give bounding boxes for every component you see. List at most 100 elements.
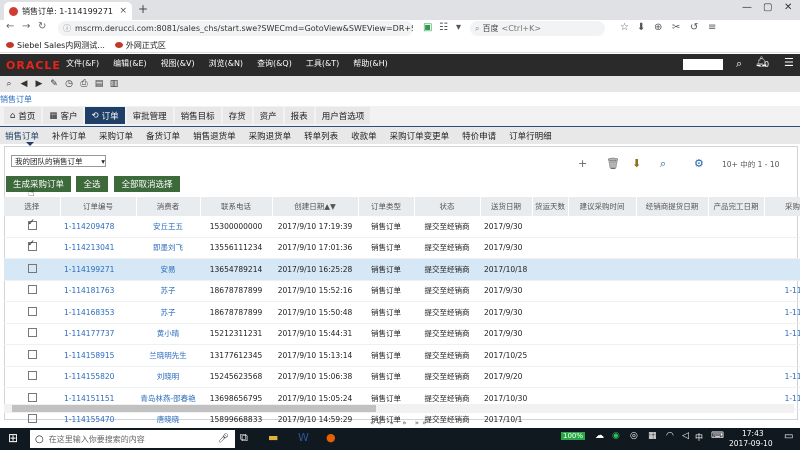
select-checkbox-cell[interactable] [4, 237, 60, 259]
clock-date[interactable]: 2017-09-10 [729, 439, 773, 448]
col-header-shipping-days[interactable]: 货运天数 [532, 197, 569, 216]
header-menu-icon[interactable]: ☰ [784, 56, 794, 69]
po-link[interactable] [764, 258, 800, 281]
po-link[interactable]: 1-114194531 [764, 323, 800, 345]
analytics-icon[interactable]: ▥ [108, 78, 120, 90]
consumer-link[interactable]: 黄小晴 [136, 323, 200, 345]
dropdown-arrow-icon[interactable]: ▾ [456, 22, 461, 33]
consumer-link[interactable]: 即墨刘飞 [136, 237, 200, 259]
view-tab-sales-orders[interactable]: 销售订单 [5, 128, 39, 143]
browser-menu-icon[interactable]: ≡ [708, 22, 716, 33]
view-tab-transfer-list[interactable]: 转单列表 [304, 128, 338, 143]
menu-help[interactable]: 帮助(&H) [353, 58, 388, 69]
tab-accounts[interactable]: ▦ 客户 [43, 107, 84, 124]
new-record-icon[interactable]: ✎ [48, 78, 60, 90]
consumer-link[interactable]: 安丘王五 [136, 216, 200, 238]
row-checkbox[interactable] [27, 328, 37, 338]
view-tab-purchase-orders[interactable]: 采购订单 [99, 128, 133, 143]
keyboard-icon[interactable]: ⌨ [711, 431, 724, 441]
col-header-dealer-pickup[interactable]: 经销商提货日期 [636, 197, 709, 216]
po-link[interactable] [764, 344, 800, 367]
consumer-link[interactable]: 刘晓明 [136, 366, 200, 388]
table-row[interactable]: 1-114199271 安易 13654789214 2017/9/10 16:25:… [4, 258, 800, 281]
col-header-completion[interactable]: 产品完工日期 [708, 197, 765, 216]
tab-user-prefs[interactable]: 用户首选项 [315, 107, 371, 124]
consumer-link[interactable]: 苏子 [136, 301, 200, 324]
page-info-icon[interactable]: ⓘ [63, 23, 71, 34]
word-icon[interactable]: W [298, 431, 309, 444]
new-tab-button[interactable]: + [138, 2, 148, 16]
col-header-created[interactable]: 创建日期▲▼ [272, 197, 359, 216]
order-no-link[interactable]: 1-114155820 [60, 366, 136, 388]
wifi-icon[interactable]: ◠ [666, 431, 674, 441]
shield-icon[interactable]: ▣ [423, 22, 432, 33]
order-no-link[interactable]: 1-114181763 [60, 280, 136, 302]
tab-close-icon[interactable]: × [119, 6, 127, 16]
network-icon[interactable]: ▦ [648, 431, 657, 441]
tab-inventory[interactable]: 存货 [222, 107, 252, 124]
menu-file[interactable]: 文件(&F) [66, 58, 99, 69]
browser-tab[interactable]: 销售订单: 1-114199271 × [4, 2, 132, 20]
table-row[interactable]: 1-114209478安丘王五153000000002017/9/10 17:1… [4, 216, 800, 238]
url-input[interactable]: ⓘ mscrm.derucci.com:8081/sales_chs/start… [58, 21, 413, 36]
col-header-type[interactable]: 订单类型 [358, 197, 415, 216]
po-link[interactable]: 1-114194531 [764, 301, 800, 324]
browser-search-input[interactable]: ⌕ 百度 <Ctrl+K> [470, 21, 605, 36]
breadcrumb[interactable]: 销售订单 [0, 94, 32, 105]
query-select[interactable]: 我的团队的销售订单 ▾ [11, 155, 106, 167]
tab-assets[interactable]: 资产 [253, 107, 283, 124]
settings-icon[interactable]: ⚙ [694, 157, 704, 170]
table-row[interactable]: 1-114168353 苏子 18678787899 2017/9/10 15:50:… [4, 301, 800, 324]
select-checkbox-cell[interactable] [4, 344, 60, 367]
col-header-order-no[interactable]: 订单编号 [60, 197, 137, 216]
tab-home[interactable]: ⌂ 首页 [4, 107, 42, 124]
order-no-link[interactable]: 1-114158915 [60, 344, 136, 367]
row-checkbox[interactable] [27, 263, 37, 273]
menu-navigate[interactable]: 浏览(&N) [209, 58, 243, 69]
po-link[interactable]: 1-114194531 [764, 280, 800, 302]
row-checkbox[interactable] [27, 414, 37, 424]
clock-time[interactable]: 17:43 [742, 429, 764, 438]
row-checkbox[interactable] [27, 306, 37, 316]
table-row[interactable]: 1-114177737 黄小晴 15212311231 2017/9/10 15:44… [4, 323, 800, 345]
undo-icon[interactable]: ↺ [690, 22, 698, 33]
bookmark-production[interactable]: 外网正式区 [114, 40, 166, 51]
row-checkbox[interactable] [27, 218, 37, 230]
order-no-link[interactable]: 1-114177737 [60, 323, 136, 345]
tab-approval[interactable]: 审批管理 [126, 107, 173, 124]
tab-orders[interactable]: ⟲ 订单 [85, 107, 125, 124]
pager[interactable]: «« « » »» [370, 419, 429, 427]
download-icon[interactable]: ⬇ [637, 22, 645, 33]
col-header-phone[interactable]: 联系电话 [200, 197, 273, 216]
forward-icon[interactable]: → [22, 21, 30, 32]
tab-sales-target[interactable]: 销售目标 [174, 107, 221, 124]
order-no-link[interactable]: 1-114209478 [60, 216, 136, 238]
table-row[interactable]: 1-114213041即墨刘飞135561112342017/9/10 17:0… [4, 237, 800, 259]
chat-icon[interactable]: ◎ [630, 431, 638, 441]
po-link[interactable]: 1-114194531 [764, 366, 800, 388]
star-icon[interactable]: ☆ [620, 22, 629, 33]
import-icon[interactable]: ⬇ [632, 157, 641, 170]
task-view-icon[interactable]: ⧉ [240, 431, 248, 445]
back-icon[interactable]: ← [6, 21, 14, 32]
select-checkbox-cell[interactable] [4, 258, 60, 281]
search-icon[interactable]: ⌕ [3, 78, 15, 90]
chart-icon[interactable]: ▤ [93, 78, 105, 90]
view-tab-order-lines[interactable]: 订单行明细 [509, 128, 552, 143]
minimize-icon[interactable]: — [742, 2, 752, 13]
wechat-icon[interactable]: ◉ [612, 431, 620, 441]
col-header-po[interactable]: 采购订单 [764, 197, 800, 216]
order-no-link[interactable]: 1-114213041 [60, 237, 136, 259]
screenshot-icon[interactable]: ✂ [672, 22, 680, 33]
header-select[interactable] [683, 59, 723, 70]
menu-view[interactable]: 视图(&V) [161, 58, 195, 69]
table-row[interactable]: 1-114158915 兰晓明先生 13177612345 2017/9/10 15:… [4, 344, 800, 367]
reload-icon[interactable]: ↻ [38, 21, 46, 32]
microphone-icon[interactable]: 🎤︎ [218, 434, 229, 444]
menu-edit[interactable]: 编辑(&E) [113, 58, 147, 69]
tab-reports[interactable]: 报表 [284, 107, 314, 124]
consumer-link[interactable]: 安易 [136, 258, 200, 281]
view-tab-receipts[interactable]: 收款单 [351, 128, 377, 143]
recent-icon[interactable]: ◷ [63, 78, 75, 90]
select-checkbox-cell[interactable] [4, 280, 60, 302]
